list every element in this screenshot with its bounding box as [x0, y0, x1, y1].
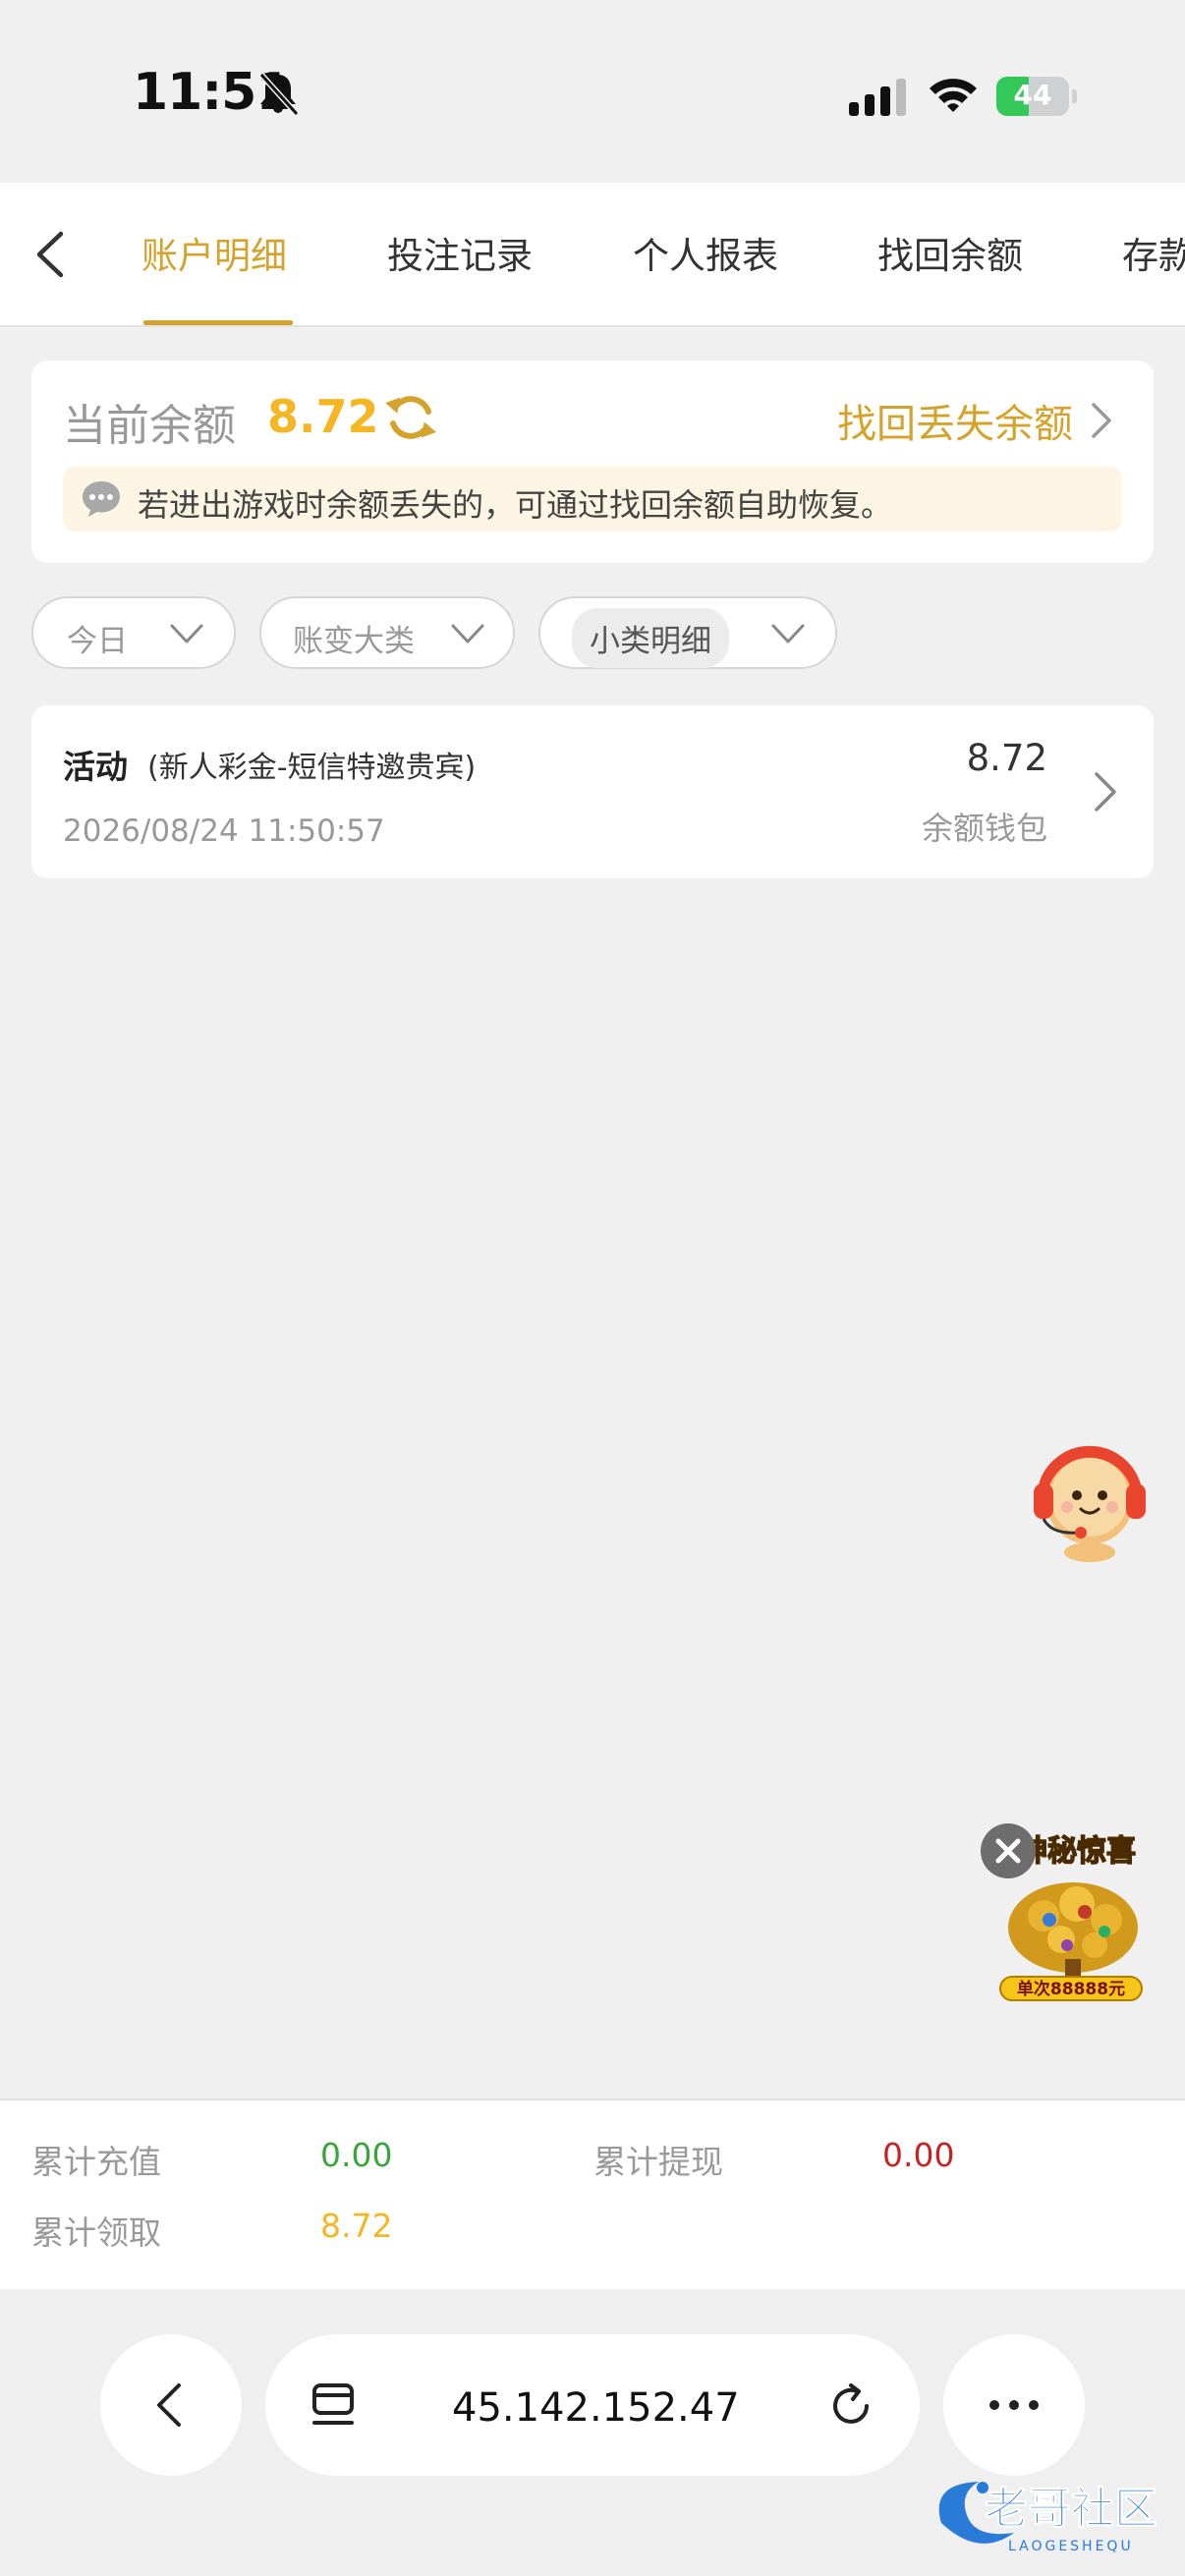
balance-card: 当前余额 8.72 找回丢失余额 若进出游戏时余额丢失的，可通过找回余额自助恢复… — [31, 361, 1154, 563]
withdraw-total-value: 0.00 — [882, 2136, 955, 2174]
transaction-row[interactable]: 活动 (新人彩金-短信特邀贵宾) 2026/08/24 11:50:57 8.7… — [31, 705, 1154, 878]
active-tab-indicator — [143, 320, 293, 325]
transaction-description: (新人彩金-短信特邀贵宾) — [147, 751, 477, 785]
filter-category-label: 账变大类 — [293, 624, 415, 659]
signal-icon — [849, 79, 906, 116]
tab-recover-balance[interactable]: 找回余额 — [877, 226, 1023, 279]
address-bar[interactable]: 45.142.152.47 — [265, 2334, 920, 2476]
chevron-right-icon — [1092, 403, 1111, 438]
chevron-down-icon — [771, 624, 805, 644]
tab-bet-records[interactable]: 投注记录 — [387, 226, 533, 279]
chevron-down-icon — [170, 624, 203, 644]
more-options-button[interactable] — [943, 2334, 1085, 2476]
recharge-total-label: 累计充值 — [31, 2143, 161, 2181]
balance-value: 8.72 — [267, 390, 379, 443]
filter-subcategory[interactable]: 小类明细 — [538, 596, 837, 669]
back-icon[interactable] — [29, 228, 73, 281]
chat-bubble-icon — [83, 481, 120, 517]
claimed-total-value: 8.72 — [320, 2207, 393, 2245]
watermark-logo: 老哥社区 LAOGESHEQU — [938, 2482, 1158, 2554]
status-bar: 11:51 44 — [0, 0, 1185, 182]
more-icon — [989, 2400, 1039, 2410]
chevron-down-icon — [451, 624, 484, 644]
notice-banner: 若进出游戏时余额丢失的，可通过找回余额自助恢复。 — [63, 467, 1122, 532]
bell-muted-icon — [258, 72, 300, 117]
promo-title: 神秘惊喜 — [1018, 1834, 1136, 1869]
chevron-right-icon — [1095, 772, 1116, 812]
filter-subcategory-label: 小类明细 — [572, 608, 729, 668]
tab-personal-report[interactable]: 个人报表 — [633, 226, 778, 279]
url-text: 45.142.152.47 — [452, 2385, 740, 2431]
transaction-time: 2026/08/24 11:50:57 — [63, 813, 385, 849]
browser-back-button[interactable] — [100, 2334, 242, 2476]
battery-icon: 44 — [996, 77, 1077, 116]
watermark-text: 老哥社区 — [985, 2484, 1157, 2534]
recover-lost-balance-link[interactable]: 找回丢失余额 — [837, 392, 1114, 449]
tab-account-details[interactable]: 账户明细 — [141, 226, 287, 279]
transaction-category: 活动 — [63, 748, 128, 786]
promo-subtitle: 单次88888元 — [1017, 1979, 1125, 1999]
notice-text: 若进出游戏时余额丢失的，可通过找回余额自助恢复。 — [138, 486, 893, 524]
balance-label: 当前余额 — [63, 401, 236, 451]
filter-category[interactable]: 账变大类 — [259, 596, 515, 669]
filter-date-label: 今日 — [67, 624, 128, 659]
customer-service-icon[interactable] — [1022, 1427, 1157, 1564]
transaction-amount: 8.72 — [966, 737, 1047, 779]
reload-icon[interactable] — [827, 2381, 876, 2431]
transaction-wallet: 余额钱包 — [921, 810, 1047, 847]
close-icon[interactable] — [981, 1823, 1036, 1878]
withdraw-total-label: 累计提现 — [593, 2143, 723, 2181]
recover-link-label: 找回丢失余额 — [837, 402, 1073, 447]
recharge-total-value: 0.00 — [320, 2136, 393, 2174]
filter-date[interactable]: 今日 — [31, 596, 236, 669]
tabs-icon[interactable] — [309, 2380, 358, 2431]
claimed-total-label: 累计领取 — [31, 2213, 161, 2252]
tab-bar: 账户明细 投注记录 个人报表 找回余额 存款 — [0, 183, 1185, 327]
summary-panel: 累计充值 0.00 累计提现 0.00 累计领取 8.72 — [0, 2099, 1185, 2289]
promo-widget[interactable]: 单次88888元 神秘惊喜 — [979, 1821, 1148, 2004]
tab-deposit[interactable]: 存款 — [1122, 226, 1185, 279]
back-icon — [157, 2383, 181, 2427]
watermark-subtext: LAOGESHEQU — [1008, 2539, 1134, 2554]
battery-level: 44 — [1013, 79, 1052, 111]
wifi-icon — [930, 79, 977, 112]
refresh-icon[interactable] — [383, 390, 438, 445]
